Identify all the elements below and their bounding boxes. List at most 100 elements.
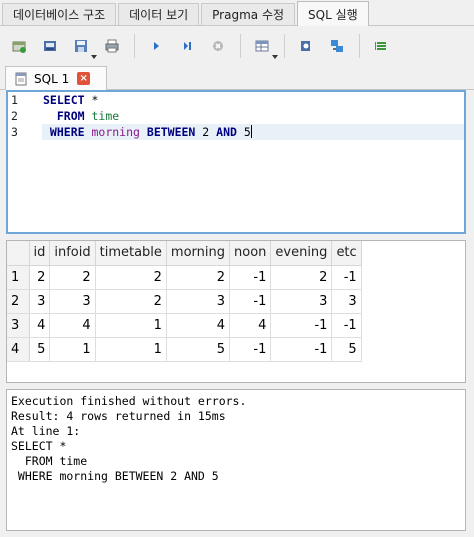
- table-cell[interactable]: 2: [95, 289, 167, 314]
- execute-current-line-button[interactable]: [174, 33, 200, 59]
- find-button[interactable]: [293, 33, 319, 59]
- tab-sql-1[interactable]: SQL 1 ×: [5, 66, 107, 90]
- sql-editor[interactable]: 1 2 3 SELECT * FROM time WHERE morning B…: [6, 90, 466, 234]
- stop-icon: [213, 41, 223, 51]
- line-number: 3: [11, 125, 18, 139]
- chevron-down-icon: [91, 55, 97, 59]
- open-sql-icon: [44, 41, 56, 51]
- code-token: AND: [216, 125, 237, 139]
- column-header[interactable]: noon: [229, 241, 272, 266]
- table-cell[interactable]: -1: [229, 265, 272, 290]
- code-token: 5: [236, 125, 251, 139]
- comment-toggle-button[interactable]: [368, 33, 394, 59]
- toolbar-separator: [359, 34, 360, 58]
- sql-file-icon: [15, 72, 27, 85]
- table-row: 3 4 4 1 4 4 -1 -1: [7, 313, 362, 338]
- column-header[interactable]: evening: [270, 241, 333, 266]
- log-line: Execution finished without errors.: [11, 394, 247, 408]
- results-table: id infoid timetable morning noon evening…: [7, 241, 362, 362]
- table-cell[interactable]: 3: [331, 289, 362, 314]
- table-cell[interactable]: 5: [29, 337, 51, 362]
- log-line: WHERE morning BETWEEN 2 AND 5: [11, 469, 219, 483]
- table-cell[interactable]: 2: [29, 265, 51, 290]
- table-row: 4 5 1 1 5 -1 -1 5: [7, 337, 362, 362]
- tab-database-structure[interactable]: 데이터베이스 구조: [2, 3, 117, 25]
- row-number[interactable]: 2: [7, 289, 30, 314]
- save-results-button[interactable]: [249, 33, 278, 59]
- code-area[interactable]: SELECT * FROM time WHERE morning BETWEEN…: [42, 92, 464, 140]
- tab-edit-pragmas[interactable]: Pragma 수정: [201, 3, 296, 25]
- log-line: SELECT *: [11, 439, 67, 453]
- table-row: 1 2 2 2 2 -1 2 -1: [7, 265, 362, 290]
- table-cell[interactable]: 1: [95, 337, 167, 362]
- table-cell[interactable]: 3: [49, 289, 96, 314]
- close-icon[interactable]: ×: [77, 72, 91, 85]
- sql-tab-bar: SQL 1 ×: [0, 66, 474, 90]
- stop-execution-button[interactable]: [205, 33, 231, 59]
- table-cell[interactable]: 4: [29, 313, 51, 338]
- execute-all-button[interactable]: [143, 33, 169, 59]
- corner-cell[interactable]: [7, 241, 30, 266]
- open-sql-file-button[interactable]: [37, 33, 63, 59]
- table-cell[interactable]: -1: [229, 337, 272, 362]
- save-results-icon: [255, 40, 269, 52]
- table-cell[interactable]: -1: [229, 289, 272, 314]
- code-token: morning: [91, 125, 140, 139]
- main-tab-bar: 데이터베이스 구조 데이터 보기 Pragma 수정 SQL 실행: [0, 0, 474, 26]
- open-tab-button[interactable]: [6, 33, 32, 59]
- print-button[interactable]: [99, 33, 125, 59]
- toolbar-separator: [284, 34, 285, 58]
- save-sql-file-button[interactable]: [68, 33, 97, 59]
- row-number[interactable]: 3: [7, 313, 30, 338]
- comment-icon: [375, 42, 386, 50]
- column-header[interactable]: id: [29, 241, 51, 266]
- table-cell[interactable]: 3: [166, 289, 231, 314]
- table-cell[interactable]: 3: [270, 289, 333, 314]
- log-line: FROM time: [11, 454, 88, 468]
- table-cell[interactable]: 4: [166, 313, 231, 338]
- table-cell[interactable]: 1: [49, 337, 96, 362]
- table-cell[interactable]: 5: [331, 337, 362, 362]
- table-cell[interactable]: 2: [166, 265, 231, 290]
- tab-execute-sql[interactable]: SQL 실행: [297, 1, 369, 26]
- table-cell[interactable]: 3: [29, 289, 51, 314]
- table-cell[interactable]: 2: [49, 265, 96, 290]
- line-number: 1: [11, 93, 18, 107]
- print-icon: [105, 39, 119, 53]
- column-header[interactable]: etc: [331, 241, 362, 266]
- text-caret: [250, 125, 252, 138]
- code-line: SELECT *: [42, 92, 464, 108]
- table-cell[interactable]: 5: [166, 337, 231, 362]
- table-cell[interactable]: -1: [270, 313, 333, 338]
- tab-browse-data[interactable]: 데이터 보기: [118, 3, 200, 25]
- table-cell[interactable]: -1: [331, 313, 362, 338]
- find-replace-button[interactable]: [324, 33, 350, 59]
- table-cell[interactable]: 2: [95, 265, 167, 290]
- execute-current-icon: [184, 42, 191, 50]
- table-cell[interactable]: 4: [229, 313, 272, 338]
- log-line: At line 1:: [11, 424, 81, 438]
- open-tab-icon: [12, 41, 26, 53]
- column-header[interactable]: timetable: [95, 241, 167, 266]
- table-cell[interactable]: -1: [270, 337, 333, 362]
- find-icon: [301, 41, 310, 51]
- execute-all-icon: [154, 42, 159, 50]
- execution-log[interactable]: Execution finished without errors. Resul…: [6, 389, 466, 531]
- table-cell[interactable]: 1: [95, 313, 167, 338]
- code-token: WHERE: [43, 125, 85, 139]
- sql-toolbar: [0, 27, 474, 65]
- table-cell[interactable]: 2: [270, 265, 333, 290]
- row-number[interactable]: 1: [7, 265, 30, 290]
- code-line-current: WHERE morning BETWEEN 2 AND 5: [42, 124, 464, 140]
- column-header[interactable]: infoid: [49, 241, 96, 266]
- code-token: SELECT: [43, 93, 85, 107]
- table-cell[interactable]: -1: [331, 265, 362, 290]
- row-number[interactable]: 4: [7, 337, 30, 362]
- header-row: id infoid timetable morning noon evening…: [7, 241, 362, 266]
- table-cell[interactable]: 4: [49, 313, 96, 338]
- results-grid[interactable]: id infoid timetable morning noon evening…: [6, 240, 466, 383]
- toolbar-separator: [240, 34, 241, 58]
- code-token: 2: [195, 125, 217, 139]
- column-header[interactable]: morning: [166, 241, 231, 266]
